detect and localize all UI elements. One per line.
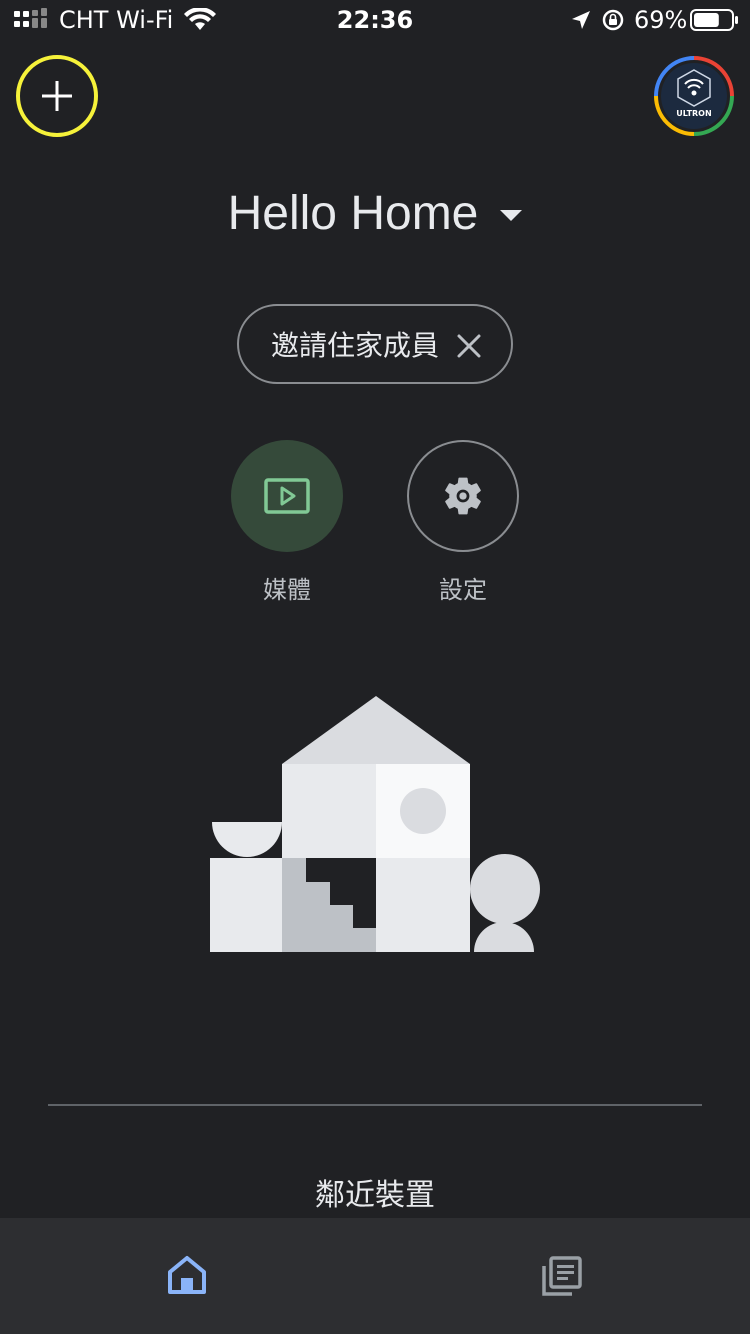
media-button[interactable]	[231, 440, 343, 552]
house-illustration	[210, 696, 540, 952]
invite-chip-label: 邀請住家成員	[271, 329, 440, 362]
avatar-text: ULTRON	[676, 109, 711, 118]
battery-percent: 69%	[634, 6, 688, 34]
media-action[interactable]: 媒體	[231, 440, 343, 605]
gear-icon	[445, 477, 481, 515]
status-bar: CHT Wi-Fi 22:36 69%	[0, 0, 750, 40]
close-icon[interactable]	[455, 332, 483, 360]
settings-button[interactable]	[407, 440, 519, 552]
avatar[interactable]: ULTRON	[654, 56, 734, 136]
settings-action[interactable]: 設定	[407, 440, 519, 605]
invite-members-chip[interactable]: 邀請住家成員	[237, 304, 513, 384]
location-arrow-icon	[572, 11, 590, 29]
divider	[48, 1104, 702, 1106]
plus-icon	[42, 81, 72, 111]
tv-play-icon	[264, 478, 310, 514]
battery-icon	[690, 9, 738, 31]
rotation-lock-icon	[602, 9, 624, 31]
feed-icon[interactable]	[540, 1254, 584, 1298]
settings-label: 設定	[439, 576, 487, 604]
caret-down-icon	[500, 210, 523, 221]
home-selector[interactable]: Hello Home	[0, 186, 750, 241]
add-button[interactable]	[16, 55, 98, 137]
page-title: Hello Home	[227, 187, 479, 240]
bottom-nav	[0, 1218, 750, 1334]
media-label: 媒體	[263, 576, 311, 604]
home-icon[interactable]	[166, 1254, 208, 1296]
nearby-devices-title: 鄰近裝置	[315, 1178, 435, 1213]
